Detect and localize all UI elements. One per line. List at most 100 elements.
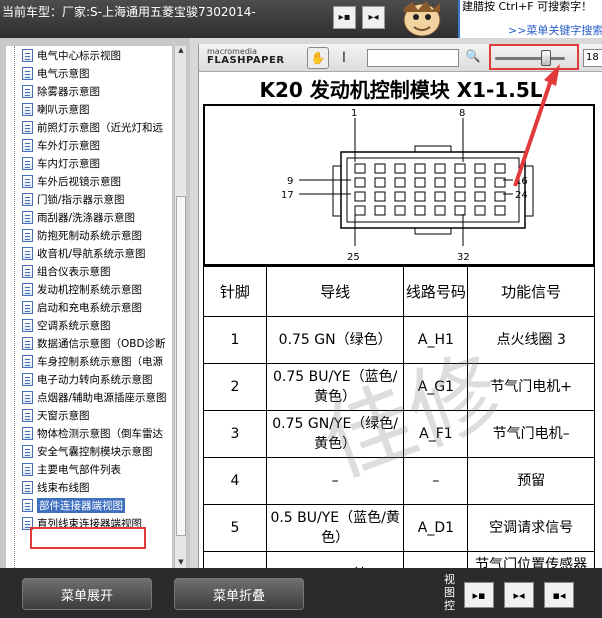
text-select-icon[interactable]: I <box>337 47 351 69</box>
document-icon <box>22 264 33 278</box>
pin-label-16: 16 <box>515 176 528 187</box>
scroll-thumb[interactable] <box>176 196 186 536</box>
document-icon <box>22 372 33 386</box>
sidebar-item[interactable]: 天窗示意图 <box>6 406 172 424</box>
sidebar: 电气中心标示视图 电气示意图除雾器示意图 喇叭示意图前照灯示意图（近光灯和远车外灯示… <box>0 38 190 570</box>
sidebar-item[interactable]: 启动和充电系统示意图 <box>6 298 172 316</box>
pin-table-header-cell: 导线 <box>265 266 405 317</box>
sidebar-item[interactable]: 组合仪表示意图 <box>6 262 172 280</box>
pin-cavity <box>394 163 406 174</box>
sidebar-item[interactable]: 安全气囊控制模块示意图 <box>6 442 172 460</box>
table-cell: 点火线圈 3 <box>467 316 595 364</box>
sidebar-item[interactable]: 车内灯示意图 <box>6 154 172 172</box>
sidebar-item-label: 发动机控制系统示意图 <box>37 283 142 296</box>
sidebar-item[interactable]: 线束布线图 <box>6 478 172 496</box>
sidebar-item-label: 数据通信示意图（OBD诊断 <box>37 337 166 350</box>
pin-cavity <box>394 177 406 188</box>
table-row: 5 0.5 BU/YE（蓝色/黄色） A_D1 空调请求信号 <box>203 504 595 552</box>
document-icon <box>22 318 33 332</box>
sidebar-item[interactable]: 车外后视镜示意图 <box>6 172 172 190</box>
sidebar-item[interactable]: 雨刮器/洗涤器示意图 <box>6 208 172 226</box>
scroll-up-arrow-icon[interactable]: ▲ <box>175 46 187 58</box>
document-viewer: macromedia FLASHPAPER ✋ I 🔍 18 K20 发动机控制… <box>198 44 602 599</box>
sidebar-item[interactable]: 电子动力转向系统示意图 <box>6 370 172 388</box>
table-cell: 0.75 GN（绿色） <box>265 316 405 364</box>
pin-table-header-cell: 线路号码 <box>403 266 469 317</box>
document-search-input[interactable] <box>367 49 459 67</box>
logo-main-text: FLASHPAPER <box>207 55 285 66</box>
sidebar-item-label: 车身控制系统示意图（电源 <box>37 355 163 368</box>
sidebar-item[interactable]: 门锁/指示器示意图 <box>6 190 172 208</box>
selection-highlight-box <box>30 527 146 549</box>
table-cell: 5 <box>203 504 267 552</box>
sidebar-item-label: 防抱死制动系统示意图 <box>37 229 142 242</box>
search-icon[interactable]: 🔍 <box>465 49 481 67</box>
table-cell: 2 <box>203 363 267 411</box>
pin-table-header-cell: 功能信号 <box>467 266 595 317</box>
table-cell: A_D1 <box>403 504 469 552</box>
sidebar-item[interactable]: 车身控制系统示意图（电源 <box>6 352 172 370</box>
top-view-split-button[interactable]: ▸◂ <box>362 6 385 29</box>
document-icon <box>22 84 33 98</box>
sidebar-item[interactable]: 空调系统示意图 <box>6 316 172 334</box>
pin-cavity <box>414 163 426 174</box>
sidebar-item[interactable]: 防抱死制动系统示意图 <box>6 226 172 244</box>
menu-expand-button[interactable]: 菜单展开 <box>22 578 152 610</box>
flashpaper-logo: macromedia FLASHPAPER <box>207 47 285 66</box>
sidebar-item-label: 前照灯示意图（近光灯和远 <box>37 121 163 134</box>
top-view-right-button[interactable]: ▸▪ <box>333 6 356 29</box>
pin-cavity <box>414 191 426 202</box>
sidebar-item[interactable]: 电气中心标示视图 <box>6 46 172 64</box>
table-cell: 0.75 GN/YE（绿色/黄色） <box>265 410 405 458</box>
pin-cavity <box>454 163 466 174</box>
document-icon <box>22 138 33 152</box>
sidebar-item[interactable]: 车外灯示意图 <box>6 136 172 154</box>
sidebar-scrollbar[interactable]: ▲ ▼ <box>174 46 186 570</box>
pin-label-8: 8 <box>459 108 465 119</box>
document-icon <box>22 102 33 116</box>
view-split-button[interactable]: ▸◂ <box>504 582 534 608</box>
sidebar-item[interactable]: 主要电气部件列表 <box>6 460 172 478</box>
document-icon <box>22 444 33 458</box>
sidebar-item-label: 组合仪表示意图 <box>37 265 111 278</box>
table-cell: A_F1 <box>403 410 469 458</box>
bottom-bar: 菜单展开 菜单折叠 视图控 ▸▪ ▸◂ ▪◂ <box>0 568 602 618</box>
sidebar-item[interactable]: 点烟器/辅助电源插座示意图 <box>6 388 172 406</box>
table-cell: 节气门电机+ <box>467 363 595 411</box>
sidebar-item[interactable]: 物体检测示意图（倒车雷达 <box>6 424 172 442</box>
sidebar-item[interactable]: 收音机/导航系统示意图 <box>6 244 172 262</box>
pin-cavity <box>494 191 506 202</box>
pin-cavity <box>434 205 446 216</box>
sidebar-item-label: 车外后视镜示意图 <box>37 175 121 188</box>
document-icon <box>22 192 33 206</box>
pin-label-9: 9 <box>287 176 293 187</box>
sidebar-item[interactable]: 除雾器示意图 <box>6 82 172 100</box>
table-cell: – <box>265 457 405 505</box>
view-left-button[interactable]: ▪◂ <box>544 582 574 608</box>
menu-collapse-button[interactable]: 菜单折叠 <box>174 578 304 610</box>
hand-tool-icon[interactable]: ✋ <box>307 47 329 69</box>
pin-cavity <box>474 177 486 188</box>
sidebar-item[interactable]: 发动机控制系统示意图 <box>6 280 172 298</box>
zoom-value-field[interactable]: 18 <box>583 49 602 67</box>
sidebar-item[interactable]: 电气示意图 <box>6 64 172 82</box>
sidebar-item-label: 雨刮器/洗涤器示意图 <box>37 211 136 224</box>
sidebar-item[interactable]: 前照灯示意图（近光灯和远 <box>6 118 172 136</box>
current-model-title: 当前车型：厂家:S-上海通用五菱宝骏7302014- <box>2 5 256 19</box>
pin-label-17: 17 <box>281 190 294 201</box>
pin-cavity <box>354 191 366 202</box>
view-right-button[interactable]: ▸▪ <box>464 582 494 608</box>
sidebar-item[interactable]: 数据通信示意图（OBD诊断 <box>6 334 172 352</box>
pin-cavity <box>434 177 446 188</box>
keyword-search-link[interactable]: >>菜单关键字搜索 <box>508 24 602 37</box>
sidebar-item[interactable]: 喇叭示意图 <box>6 100 172 118</box>
sidebar-item-label: 电气示意图 <box>37 67 90 80</box>
sidebar-item-label: 电气中心标示视图 <box>37 49 121 62</box>
sidebar-item-label: 收音机/导航系统示意图 <box>37 247 146 260</box>
document-icon <box>22 426 33 440</box>
pin-label-1: 1 <box>351 108 357 119</box>
sidebar-item-label: 主要电气部件列表 <box>37 463 121 476</box>
pin-cavity <box>394 205 406 216</box>
sidebar-item[interactable]: 部件连接器端视图 <box>6 496 172 514</box>
zoom-highlight-box <box>489 44 579 70</box>
